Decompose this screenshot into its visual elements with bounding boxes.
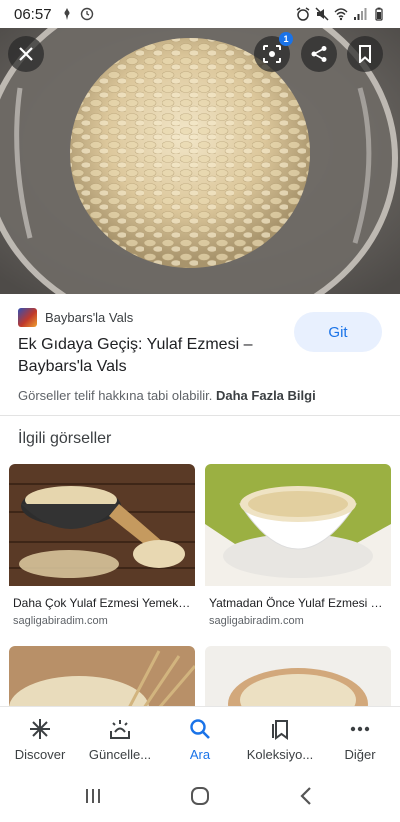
result-title[interactable]: Ek Gıdaya Geçiş: Yulaf Ezmesi – Baybars'… [18,334,268,378]
recent-apps-button[interactable] [82,786,104,806]
related-image-card[interactable] [9,646,195,708]
updates-icon [110,720,130,739]
nav-search[interactable]: Ara [160,707,240,770]
related-thumbnail [9,646,195,708]
alarm-icon [296,7,310,21]
notification-icon [64,8,70,20]
related-heading: İlgili görseller [18,430,112,447]
nav-more[interactable]: Diğer [320,707,400,770]
nav-label: Ara [189,747,211,762]
bottom-navigation: Discover Güncelle... Ara Koleksiyo... Di… [0,706,400,770]
oat-jar-photo [0,28,400,294]
mute-icon [315,7,329,21]
bookmark-icon [359,45,371,63]
asterisk-icon [30,719,50,739]
battery-icon [375,7,383,21]
related-image-card[interactable] [205,646,391,708]
copyright-notice: Görseller telif hakkına tabi olabilir. D… [18,388,316,403]
visit-button[interactable]: Git [294,312,382,352]
lens-badge: 1 [279,32,293,46]
home-button[interactable] [189,785,211,807]
status-time: 06:57 [14,5,52,23]
related-source: sagligabiradim.com [13,615,108,627]
close-icon [19,47,33,61]
share-icon [311,46,327,62]
back-button[interactable] [296,785,318,807]
search-icon [190,719,210,739]
related-source: sagligabiradim.com [209,615,304,627]
nav-discover[interactable]: Discover [0,707,80,770]
nav-collections[interactable]: Koleksiyo... [240,707,320,770]
share-button[interactable] [301,36,337,72]
related-image-card[interactable]: Yatmadan Önce Yulaf Ezmesi Yem… sagligab… [205,464,391,627]
source-name: Baybars'la Vals [45,310,134,325]
copyright-text: Görseller telif hakkına tabi olabilir. [18,388,213,403]
lens-icon [263,45,281,63]
close-button[interactable] [8,36,44,72]
nav-label: Güncelle... [88,747,152,762]
related-thumbnail [205,464,391,586]
related-title: Yatmadan Önce Yulaf Ezmesi Yem… [209,596,391,610]
wifi-icon [334,8,348,21]
sync-icon [80,7,93,21]
related-thumbnail [9,464,195,586]
nav-label: Diğer [344,747,376,762]
system-navigation-bar [0,770,400,822]
lens-button[interactable]: 1 [254,32,293,72]
nav-label: Koleksiyo... [246,747,314,762]
nav-updates[interactable]: Güncelle... [80,707,160,770]
related-title: Daha Çok Yulaf Ezmesi Yemek İçin… [13,596,195,610]
source-favicon [18,308,37,327]
status-bar: 06:57 [0,0,400,28]
source-row[interactable]: Baybars'la Vals [18,308,133,327]
bookmark-button[interactable] [347,36,383,72]
learn-more-link[interactable]: Daha Fazla Bilgi [216,388,316,403]
hero-image[interactable]: 1 [0,28,400,294]
related-thumbnail [205,646,391,708]
more-icon [350,726,370,732]
signal-icon [354,8,367,20]
nav-label: Discover [14,747,66,762]
collections-icon [272,720,288,740]
related-image-card[interactable]: Daha Çok Yulaf Ezmesi Yemek İçin… saglig… [9,464,195,627]
image-info-panel: Baybars'la Vals Git Ek Gıdaya Geçiş: Yul… [0,294,400,416]
